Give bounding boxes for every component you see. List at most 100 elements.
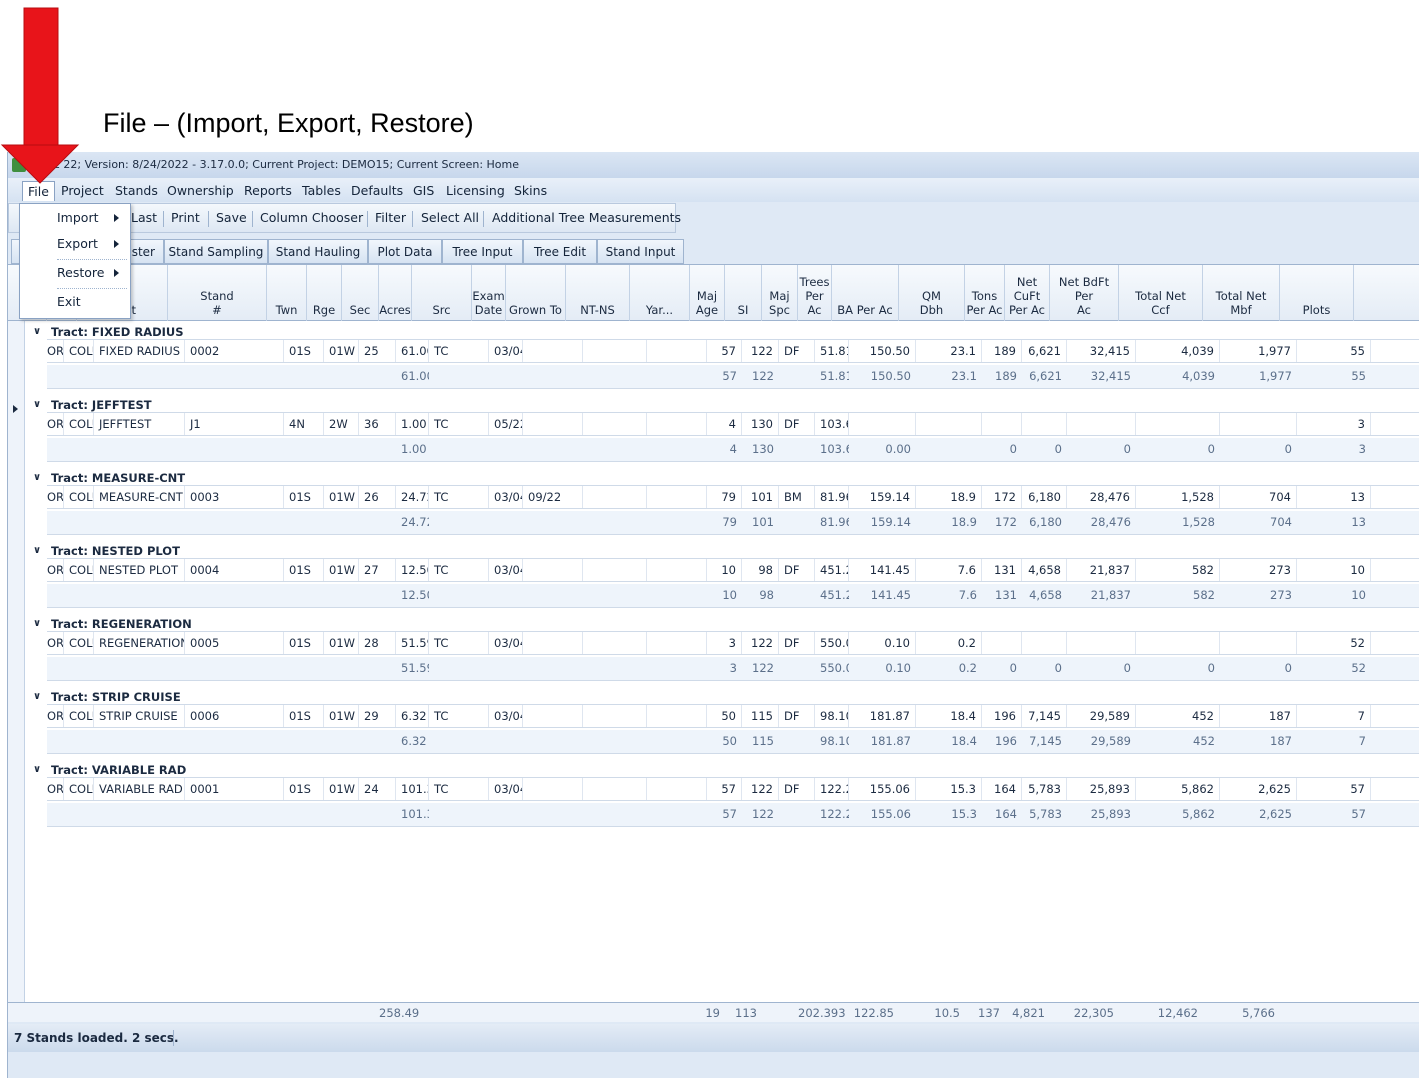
col-state-cell[interactable]: OR	[42, 559, 64, 581]
menu-export[interactable]: Export	[20, 232, 130, 256]
header-col-rge[interactable]: Rge	[307, 265, 342, 321]
col-total-net-mbf-cell[interactable]	[1220, 632, 1297, 654]
menu-ownership[interactable]: Ownership	[162, 181, 239, 201]
header-col-net-cuft[interactable]: Net CuFt Per Ac	[1005, 265, 1050, 321]
col-maj-spc-cell[interactable]: DF	[779, 340, 815, 362]
col-yarding-cell[interactable]	[647, 340, 707, 362]
last-button[interactable]: Last	[131, 210, 157, 225]
menu-stands[interactable]: Stands	[110, 181, 163, 201]
col-acres-cell[interactable]: 24.72	[396, 486, 429, 508]
col-maj-spc-cell[interactable]: DF	[779, 705, 815, 727]
col-acres-cell[interactable]: 61.00	[396, 340, 429, 362]
col-trees-per-ac-cell[interactable]: 122.246	[815, 778, 849, 800]
col-total-net-mbf-cell[interactable]: 1,977	[1220, 340, 1297, 362]
col-acres-cell[interactable]: 51.59	[396, 632, 429, 654]
tab-plot-data[interactable]: Plot Data	[368, 239, 442, 264]
col-sec-cell[interactable]: 26	[359, 486, 396, 508]
col-total-net-mbf-cell[interactable]: 704	[1220, 486, 1297, 508]
col-plots-cell[interactable]: 7	[1297, 705, 1371, 727]
col-nt-ns-cell[interactable]	[583, 486, 647, 508]
col-net-cuft-cell[interactable]: 6,621	[1022, 340, 1067, 362]
col-qm-dbh-cell[interactable]: 23.1	[916, 340, 982, 362]
header-col-src[interactable]: Src	[412, 265, 472, 321]
col-si-cell[interactable]: 122	[742, 340, 779, 362]
col-sec-cell[interactable]: 36	[359, 413, 396, 435]
col-src-cell[interactable]: TC	[429, 778, 489, 800]
col-sec-cell[interactable]: 29	[359, 705, 396, 727]
col-stand-cell[interactable]: 0006	[185, 705, 284, 727]
col-twn-cell[interactable]: 01S	[284, 486, 324, 508]
col-maj-age-cell[interactable]: 79	[707, 486, 742, 508]
select-all-button[interactable]: Select All	[421, 210, 479, 225]
tab-tree-input[interactable]: Tree Input	[442, 239, 523, 264]
header-col-net-bdft[interactable]: Net BdFt Per Ac	[1050, 265, 1119, 321]
header-col-tons-per-ac[interactable]: Tons Per Ac	[965, 265, 1005, 321]
menu-gis[interactable]: GIS	[408, 181, 439, 201]
col-plots-cell[interactable]: 57	[1297, 778, 1371, 800]
menu-restore[interactable]: Restore	[20, 261, 130, 285]
col-county-cell[interactable]: COLUMBIA	[64, 413, 94, 435]
col-si-cell[interactable]: 115	[742, 705, 779, 727]
col-tract-cell[interactable]: STRIP CRUISE	[94, 705, 185, 727]
col-plots-cell[interactable]: 52	[1297, 632, 1371, 654]
col-county-cell[interactable]: COLUMBIA	[64, 340, 94, 362]
col-ba-per-ac-cell[interactable]: 0.10	[849, 632, 916, 654]
col-rge-cell[interactable]: 01W	[324, 559, 359, 581]
col-exam-date-cell[interactable]: 05/22	[489, 413, 523, 435]
col-qm-dbh-cell[interactable]: 18.9	[916, 486, 982, 508]
col-county-cell[interactable]: COLUMBIA	[64, 705, 94, 727]
header-col-maj-spc[interactable]: Maj Spc	[762, 265, 798, 321]
col-maj-spc-cell[interactable]: DF	[779, 413, 815, 435]
col-county-cell[interactable]: COLUMBIA	[64, 778, 94, 800]
col-maj-age-cell[interactable]: 4	[707, 413, 742, 435]
col-grown-to-cell[interactable]	[523, 413, 583, 435]
stand-row[interactable]: ORCOLUMBIANESTED PLOT000401S01W2712.50TC…	[47, 558, 1419, 582]
menu-tables[interactable]: Tables	[297, 181, 346, 201]
col-grown-to-cell[interactable]	[523, 559, 583, 581]
col-total-net-ccf-cell[interactable]	[1136, 632, 1220, 654]
col-nt-ns-cell[interactable]	[583, 778, 647, 800]
col-maj-age-cell[interactable]: 3	[707, 632, 742, 654]
col-exam-date-cell[interactable]: 03/04	[489, 778, 523, 800]
col-rge-cell[interactable]: 01W	[324, 340, 359, 362]
col-total-net-ccf-cell[interactable]	[1136, 413, 1220, 435]
col-si-cell[interactable]: 122	[742, 778, 779, 800]
col-ba-per-ac-cell[interactable]: 159.14	[849, 486, 916, 508]
col-county-cell[interactable]: COLUMBIA	[64, 559, 94, 581]
menu-defaults[interactable]: Defaults	[346, 181, 408, 201]
col-net-cuft-cell[interactable]	[1022, 413, 1067, 435]
header-col-trees-per-ac[interactable]: Trees Per Ac	[798, 265, 832, 321]
col-stand-cell[interactable]: 0004	[185, 559, 284, 581]
column-chooser-button[interactable]: Column Chooser	[260, 210, 363, 225]
col-net-cuft-cell[interactable]	[1022, 632, 1067, 654]
col-nt-ns-cell[interactable]	[583, 705, 647, 727]
col-net-bdft-cell[interactable]: 25,893	[1067, 778, 1136, 800]
col-tract-cell[interactable]: MEASURE-CNT	[94, 486, 185, 508]
col-sec-cell[interactable]: 28	[359, 632, 396, 654]
print-button[interactable]: Print	[171, 210, 200, 225]
col-qm-dbh-cell[interactable]: 7.6	[916, 559, 982, 581]
stand-row[interactable]: ORCOLUMBIASTRIP CRUISE000601S01W296.32TC…	[47, 704, 1419, 728]
collapse-chevron-icon[interactable]: ∨	[33, 322, 41, 342]
col-state-cell[interactable]: OR	[42, 778, 64, 800]
header-col-grown-to[interactable]: Grown To	[506, 265, 566, 321]
col-grown-to-cell[interactable]	[523, 340, 583, 362]
col-src-cell[interactable]: TC	[429, 705, 489, 727]
tab-stand-hauling[interactable]: Stand Hauling	[268, 239, 368, 264]
col-state-cell[interactable]: OR	[42, 413, 64, 435]
col-yarding-cell[interactable]	[647, 486, 707, 508]
col-si-cell[interactable]: 122	[742, 632, 779, 654]
col-net-bdft-cell[interactable]: 21,837	[1067, 559, 1136, 581]
header-col-yarding[interactable]: Yar...	[630, 265, 690, 321]
col-ba-per-ac-cell[interactable]: 155.06	[849, 778, 916, 800]
col-exam-date-cell[interactable]: 03/04	[489, 632, 523, 654]
col-net-bdft-cell[interactable]	[1067, 413, 1136, 435]
col-ba-per-ac-cell[interactable]: 141.45	[849, 559, 916, 581]
collapse-chevron-icon[interactable]: ∨	[33, 468, 41, 488]
col-twn-cell[interactable]: 01S	[284, 778, 324, 800]
menu-skins[interactable]: Skins	[509, 181, 552, 201]
header-col-qm-dbh[interactable]: QM Dbh	[899, 265, 965, 321]
col-net-cuft-cell[interactable]: 7,145	[1022, 705, 1067, 727]
header-col-ba-per-ac[interactable]: BA Per Ac	[832, 265, 899, 321]
col-stand-cell[interactable]: 0003	[185, 486, 284, 508]
